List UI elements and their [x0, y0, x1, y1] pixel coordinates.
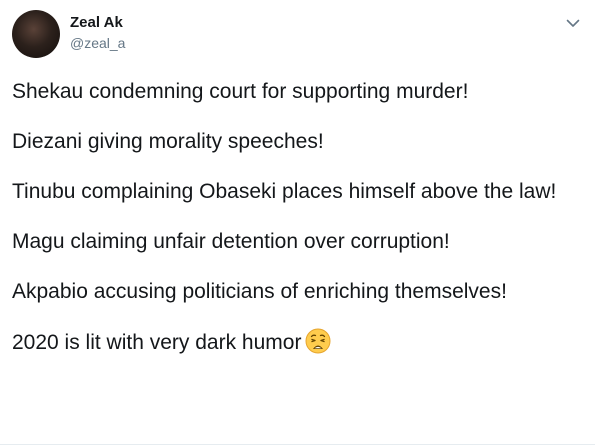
- author-display-name[interactable]: Zeal Ak: [70, 14, 123, 31]
- weary-face-emoji-icon: [305, 328, 331, 362]
- tweet-paragraph: Akpabio accusing politicians of enrichin…: [12, 280, 507, 303]
- author-handle[interactable]: @zeal_a: [70, 35, 125, 51]
- tweet-text: Shekau condemning court for supporting m…: [12, 78, 582, 384]
- divider: [0, 444, 595, 445]
- tweet-paragraph: Magu claiming unfair detention over corr…: [12, 230, 450, 253]
- tweet-paragraph: Tinubu complaining Obaseki places himsel…: [12, 180, 557, 203]
- tweet-paragraph-last: 2020 is lit with very dark humor: [12, 328, 582, 362]
- avatar[interactable]: [12, 10, 60, 58]
- tweet-paragraph: Diezani giving morality speeches!: [12, 130, 324, 153]
- tweet-paragraph: Shekau condemning court for supporting m…: [12, 80, 469, 103]
- tweet-card: Zeal Ak @zeal_a Shekau condemning court …: [0, 0, 595, 447]
- tweet-paragraph-text: 2020 is lit with very dark humor: [12, 331, 302, 354]
- chevron-down-icon[interactable]: [562, 14, 584, 32]
